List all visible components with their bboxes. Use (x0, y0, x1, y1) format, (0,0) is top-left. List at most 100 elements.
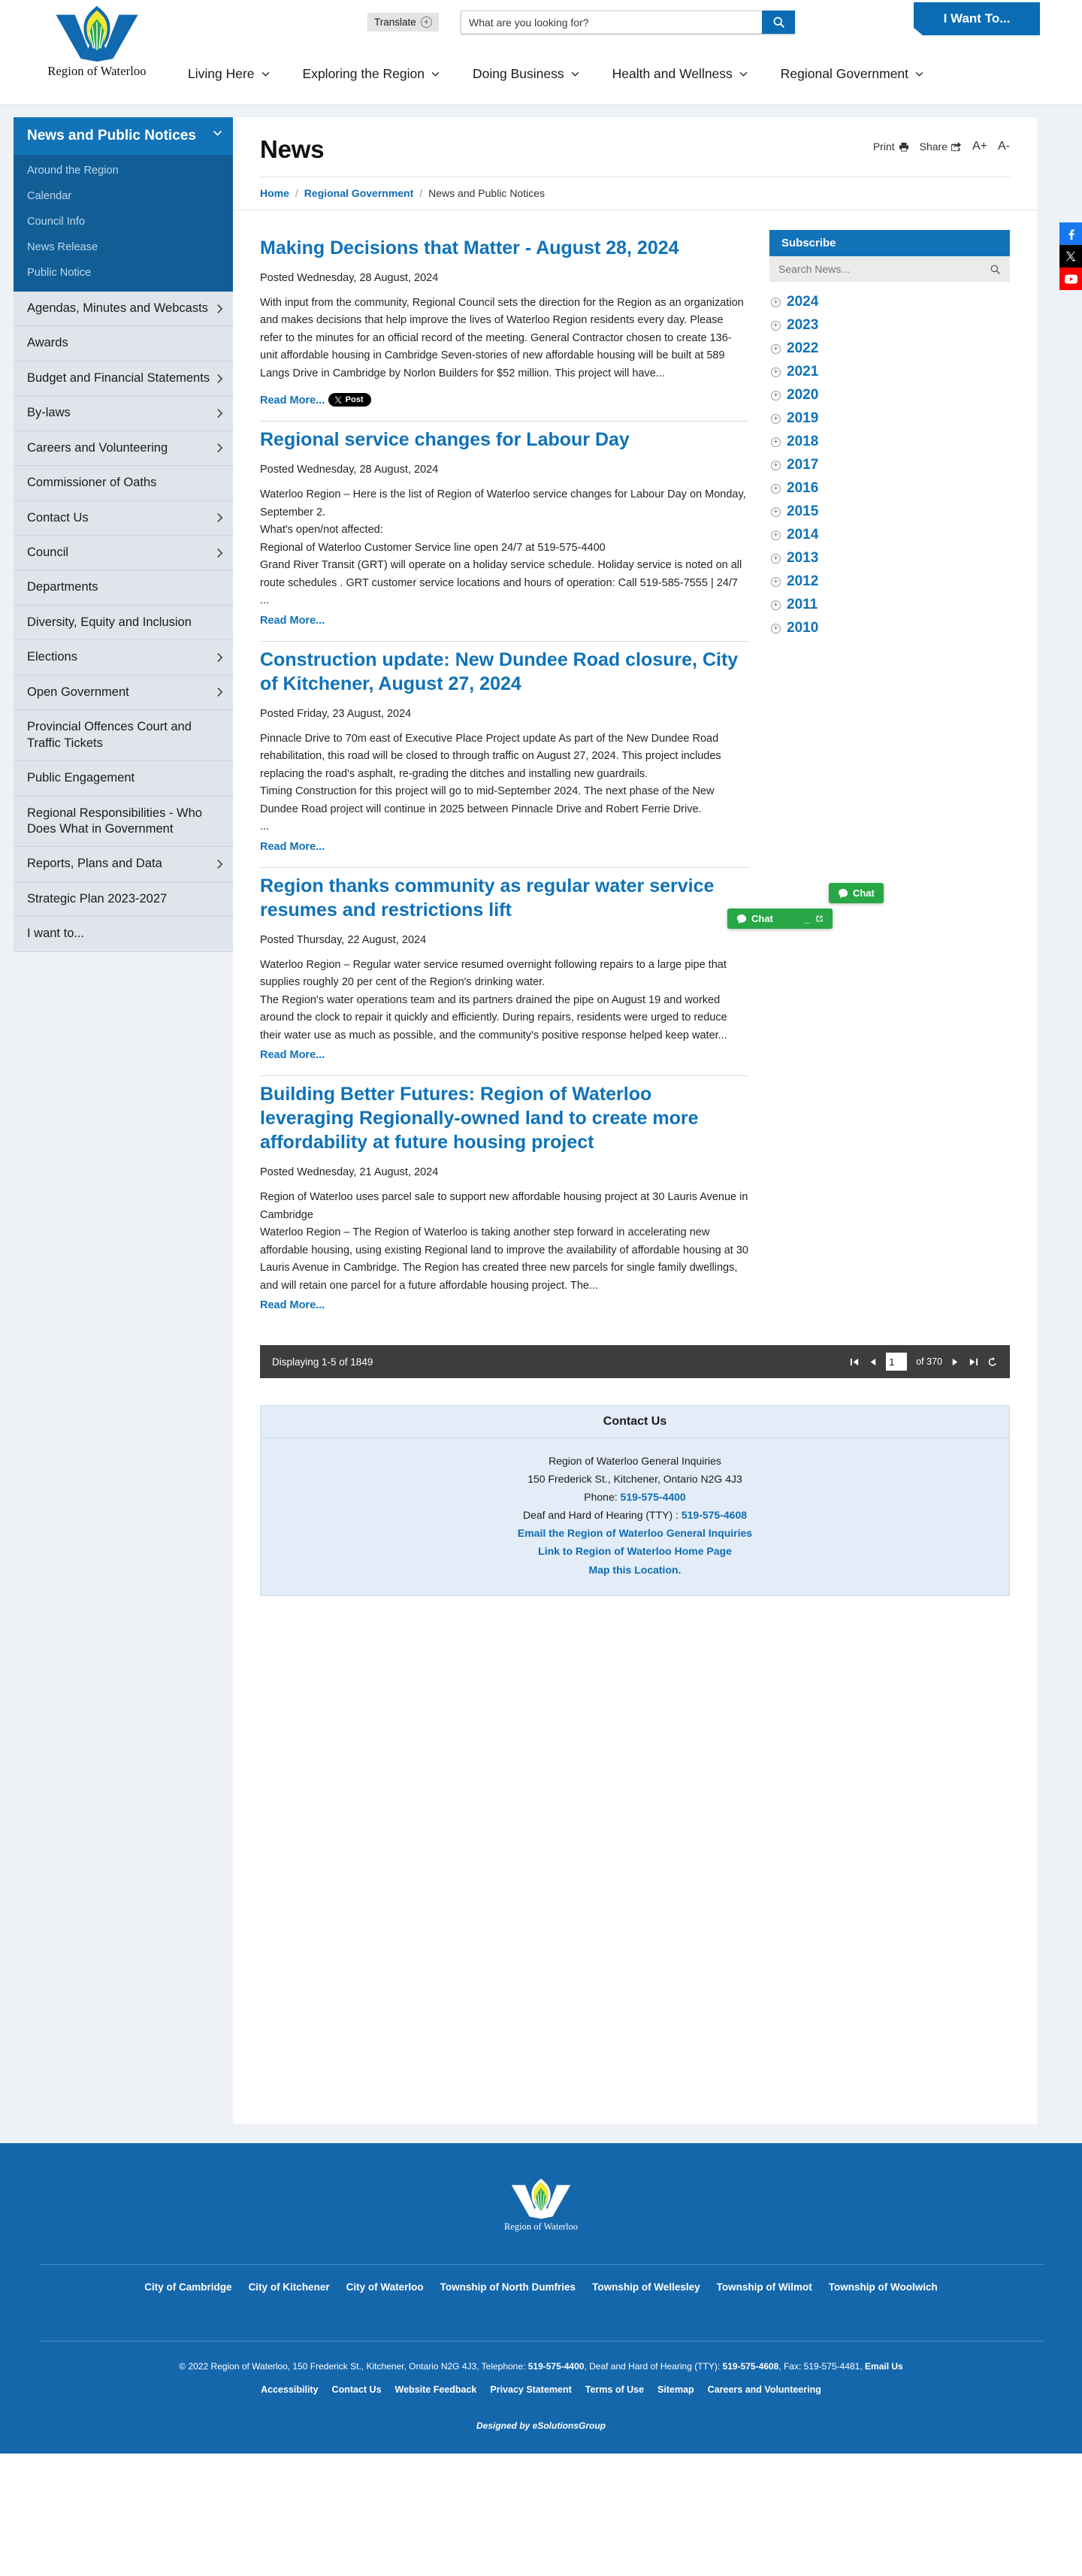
x-twitter-icon[interactable] (1059, 245, 1082, 268)
footer-link-city-of-kitchener[interactable]: City of Kitchener (249, 2281, 330, 2293)
article-title[interactable]: Region thanks community as regular water… (260, 874, 748, 922)
footer-link-township-of-woolwich[interactable]: Township of Woolwich (829, 2281, 938, 2293)
facebook-icon[interactable] (1059, 222, 1082, 245)
news-search-input[interactable] (778, 263, 990, 275)
site-logo[interactable]: Region of Waterloo (26, 5, 168, 79)
sidebar-item-public-notice[interactable]: Public Notice (14, 260, 233, 286)
breadcrumb-regional-government[interactable]: Regional Government (304, 187, 413, 199)
nav-item-health-and-wellness[interactable]: Health and Wellness (596, 66, 764, 82)
read-more-link[interactable]: Read More... (260, 1299, 325, 1311)
year-filter-2014[interactable]: +2014 (771, 527, 1010, 543)
sidebar-item-council[interactable]: Council (14, 536, 233, 571)
nav-item-regional-government[interactable]: Regional Government (764, 66, 940, 82)
sidebar-item-elections[interactable]: Elections (14, 640, 233, 676)
sidebar-item-by-laws[interactable]: By-laws (14, 396, 233, 431)
year-filter-2017[interactable]: +2017 (771, 457, 1010, 473)
sidebar-item-budget-and-financial-statements[interactable]: Budget and Financial Statements (14, 361, 233, 397)
popout-icon[interactable] (815, 915, 824, 923)
year-filter-2020[interactable]: +2020 (771, 387, 1010, 404)
sidebar-item-awards[interactable]: Awards (14, 326, 233, 361)
sidebar-item-agendas-minutes-webcasts[interactable]: Agendas, Minutes and Webcasts (14, 292, 233, 327)
year-filter-2023[interactable]: +2023 (771, 317, 1010, 334)
subscribe-button[interactable]: Subscribe (769, 230, 1010, 256)
contact-email-link[interactable]: Email the Region of Waterloo General Inq… (518, 1527, 752, 1539)
year-filter-2022[interactable]: +2022 (771, 340, 1010, 357)
previous-page-button[interactable] (869, 1357, 877, 1367)
read-more-link[interactable]: Read More... (260, 615, 325, 627)
nav-item-exploring-the-region[interactable]: Exploring the Region (286, 66, 456, 82)
first-page-button[interactable] (850, 1357, 860, 1367)
sidebar-item-diversity-equity-and-inclusion[interactable]: Diversity, Equity and Inclusion (14, 606, 233, 641)
sidebar-item-regional-responsibilities[interactable]: Regional Responsibilities - Who Does Wha… (14, 797, 233, 848)
footer-link-township-of-north-dumfries[interactable]: Township of North Dumfries (440, 2281, 576, 2293)
contact-phone-link[interactable]: 519-575-4400 (621, 1491, 686, 1503)
footer-link-city-of-cambridge[interactable]: City of Cambridge (144, 2281, 231, 2293)
sidebar-item-careers-and-volunteering[interactable]: Careers and Volunteering (14, 431, 233, 467)
i-want-to-button[interactable]: I Want To... (914, 2, 1040, 35)
legal-tty-link[interactable]: 519-575-4608 (723, 2361, 779, 2372)
nav-item-living-here[interactable]: Living Here (171, 66, 286, 82)
sidebar-item-i-want-to[interactable]: I want to... (14, 917, 233, 952)
nav-item-doing-business[interactable]: Doing Business (456, 66, 596, 82)
translate-button[interactable]: Translate + (367, 13, 439, 32)
year-filter-2012[interactable]: +2012 (771, 573, 1010, 590)
footer-link-privacy-statement[interactable]: Privacy Statement (490, 2384, 571, 2395)
year-filter-2021[interactable]: +2021 (771, 364, 1010, 380)
sidebar-item-around-the-region[interactable]: Around the Region (14, 158, 233, 183)
article-title[interactable]: Construction update: New Dundee Road clo… (260, 648, 748, 696)
footer-link-careers-and-volunteering[interactable]: Careers and Volunteering (708, 2384, 821, 2395)
sidebar-item-council-info[interactable]: Council Info (14, 209, 233, 234)
search-submit-button[interactable] (762, 11, 795, 34)
sidebar-active-section[interactable]: News and Public Notices (14, 117, 233, 155)
footer-link-website-feedback[interactable]: Website Feedback (395, 2384, 477, 2395)
article-title[interactable]: Building Better Futures: Region of Water… (260, 1082, 748, 1154)
footer-logo[interactable]: Region of Waterloo (0, 2178, 1082, 2233)
year-filter-2024[interactable]: +2024 (771, 294, 1010, 310)
legal-phone-link[interactable]: 519-575-4400 (528, 2361, 585, 2372)
read-more-link[interactable]: Read More... (260, 395, 325, 407)
sidebar-item-strategic-plan[interactable]: Strategic Plan 2023-2027 (14, 882, 233, 918)
footer-link-township-of-wilmot[interactable]: Township of Wilmot (717, 2281, 812, 2293)
contact-homepage-link[interactable]: Link to Region of Waterloo Home Page (538, 1545, 732, 1557)
chat-button-primary[interactable]: Chat (829, 883, 884, 903)
footer-link-terms-of-use[interactable]: Terms of Use (585, 2384, 644, 2395)
year-filter-2016[interactable]: +2016 (771, 480, 1010, 497)
breadcrumb-home[interactable]: Home (260, 187, 289, 199)
contact-map-link[interactable]: Map this Location. (589, 1564, 682, 1576)
year-filter-2010[interactable]: +2010 (771, 620, 1010, 636)
sidebar-item-open-government[interactable]: Open Government (14, 676, 233, 711)
font-increase-button[interactable]: A+ (972, 140, 987, 153)
sidebar-item-calendar[interactable]: Calendar (14, 183, 233, 209)
year-filter-2019[interactable]: +2019 (771, 410, 1010, 427)
year-filter-2011[interactable]: +2011 (771, 597, 1010, 613)
sidebar-item-departments[interactable]: Departments (14, 570, 233, 606)
minimize-icon[interactable]: _ (805, 913, 810, 924)
contact-tty-link[interactable]: 519-575-4608 (682, 1509, 747, 1521)
refresh-button[interactable] (987, 1356, 998, 1367)
page-number-input[interactable] (886, 1353, 908, 1371)
year-filter-2018[interactable]: +2018 (771, 434, 1010, 450)
sidebar-item-commissioner-of-oaths[interactable]: Commissioner of Oaths (14, 466, 233, 501)
sidebar-item-reports-plans-and-data[interactable]: Reports, Plans and Data (14, 847, 233, 882)
next-page-button[interactable] (951, 1357, 960, 1367)
footer-link-township-of-wellesley[interactable]: Township of Wellesley (592, 2281, 700, 2293)
sidebar-item-public-engagement[interactable]: Public Engagement (14, 761, 233, 797)
year-filter-2015[interactable]: +2015 (771, 503, 1010, 520)
last-page-button[interactable] (969, 1357, 978, 1367)
footer-link-city-of-waterloo[interactable]: City of Waterloo (346, 2281, 424, 2293)
read-more-link[interactable]: Read More... (260, 1049, 325, 1061)
chat-button-secondary[interactable]: Chat _ (727, 909, 833, 929)
footer-link-sitemap[interactable]: Sitemap (657, 2384, 694, 2395)
article-title[interactable]: Regional service changes for Labour Day (260, 428, 748, 452)
year-filter-2013[interactable]: +2013 (771, 550, 1010, 567)
font-decrease-button[interactable]: A- (998, 140, 1010, 153)
footer-link-accessibility[interactable]: Accessibility (261, 2384, 318, 2395)
print-button[interactable]: Print (873, 141, 909, 153)
article-title[interactable]: Making Decisions that Matter - August 28… (260, 236, 748, 260)
sidebar-item-news-release[interactable]: News Release (14, 234, 233, 260)
legal-email-link[interactable]: Email Us (865, 2361, 903, 2372)
search-input[interactable] (461, 11, 762, 34)
youtube-icon[interactable] (1059, 268, 1082, 290)
search-icon[interactable] (990, 264, 1001, 275)
footer-link-contact-us[interactable]: Contact Us (332, 2384, 382, 2395)
